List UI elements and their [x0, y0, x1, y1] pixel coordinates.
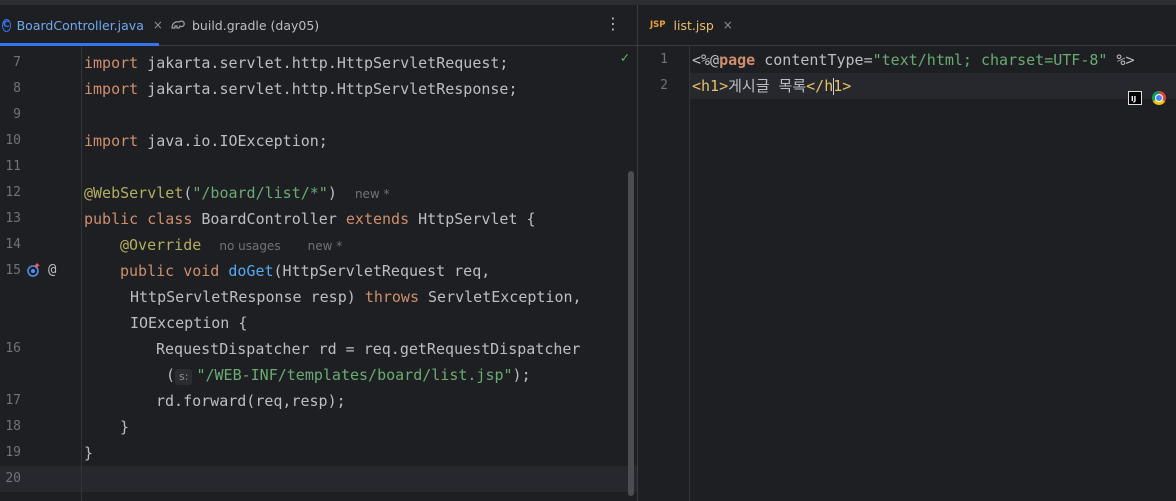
line-number: 2: [660, 78, 668, 93]
line-number: 1: [660, 52, 668, 67]
code-line-10: import java.io.IOException;: [84, 132, 328, 150]
line-number: 16: [5, 341, 21, 356]
jsp-line-1: <%@page contentType="text/html; charset=…: [692, 51, 1135, 69]
gutter-separator: [81, 46, 82, 501]
line-number: 17: [5, 393, 21, 408]
browser-preview-icons: IJ: [1128, 91, 1166, 105]
code-line-17: rd.forward(req,resp);: [156, 392, 346, 410]
code-line-19: }: [84, 444, 94, 462]
code-line-12: @WebServlet("/board/list/*") new *: [84, 184, 390, 202]
close-icon[interactable]: ×: [723, 18, 733, 32]
code-line-15b: HttpServletResponse resp) throws Servlet…: [130, 288, 582, 306]
current-line-highlight: [0, 466, 637, 492]
tab-list-jsp[interactable]: JSP list.jsp ×: [650, 5, 734, 45]
intellij-browser-icon[interactable]: IJ: [1128, 91, 1142, 105]
line-number: 20: [5, 471, 21, 486]
close-icon[interactable]: ×: [153, 18, 163, 32]
parameter-hint: s:: [175, 369, 193, 385]
line-number: 15: [5, 263, 21, 278]
gutter-separator: [689, 46, 690, 501]
code-line-16b: (s: "/WEB-INF/templates/board/list.jsp");: [166, 366, 531, 385]
line-number: 9: [13, 107, 21, 122]
line-number: 7: [13, 55, 21, 70]
line-number: 8: [13, 81, 21, 96]
line-number: 18: [5, 419, 21, 434]
annotation-at-icon[interactable]: @: [48, 262, 56, 278]
gradle-icon: [171, 20, 185, 29]
java-class-icon: C: [2, 18, 11, 32]
left-tab-bar: C BoardController.java × build.gradle (d…: [0, 5, 637, 46]
code-line-15a: public void doGet(HttpServletRequest req…: [120, 262, 491, 280]
left-editor-pane: C BoardController.java × build.gradle (d…: [0, 5, 637, 501]
java-editor[interactable]: 7 8 9 10 11 12 13 14 15 16 17 18 19 20 @…: [0, 46, 637, 501]
inlay-hint-new[interactable]: new *: [308, 239, 343, 253]
code-line-8: import jakarta.servlet.http.HttpServletR…: [84, 80, 518, 98]
line-number: 10: [5, 133, 21, 148]
code-line-18: }: [120, 418, 130, 436]
line-number: 11: [5, 159, 21, 174]
tab-build-gradle[interactable]: build.gradle (day05): [170, 5, 320, 45]
jsp-editor[interactable]: 1 2 <%@page contentType="text/html; char…: [638, 46, 1176, 501]
inlay-hint-usages[interactable]: no usages: [219, 239, 280, 253]
jsp-icon: JSP: [650, 20, 666, 30]
code-line-13: public class BoardController extends Htt…: [84, 210, 536, 228]
tab-label: list.jsp: [673, 17, 714, 33]
more-options-icon[interactable]: ⋮: [605, 14, 621, 34]
line-number: 14: [5, 237, 21, 252]
code-line-16a: RequestDispatcher rd = req.getRequestDis…: [156, 340, 581, 358]
vertical-scrollbar[interactable]: [628, 171, 634, 496]
tab-board-controller[interactable]: C BoardController.java ×: [0, 5, 163, 46]
jsp-line-2: <h1>게시글 목록</h1>: [692, 77, 852, 95]
inspection-ok-icon[interactable]: ✓: [621, 50, 629, 66]
code-line-7: import jakarta.servlet.http.HttpServletR…: [84, 54, 509, 72]
tab-label: build.gradle (day05): [192, 17, 320, 33]
code-line-15c: IOException {: [130, 314, 248, 332]
line-number: 12: [5, 185, 21, 200]
inlay-hint-new[interactable]: new *: [355, 187, 390, 201]
override-icon[interactable]: [26, 262, 42, 278]
line-number: 13: [5, 211, 21, 226]
chrome-icon[interactable]: [1152, 91, 1166, 105]
right-tab-bar: JSP list.jsp ×: [638, 5, 1176, 46]
right-editor-pane: JSP list.jsp × 1 2 <%@page contentType="…: [638, 5, 1176, 501]
code-line-14: @Override no usages new *: [120, 236, 343, 254]
tab-label: BoardController.java: [16, 17, 144, 33]
line-number: 19: [5, 445, 21, 460]
